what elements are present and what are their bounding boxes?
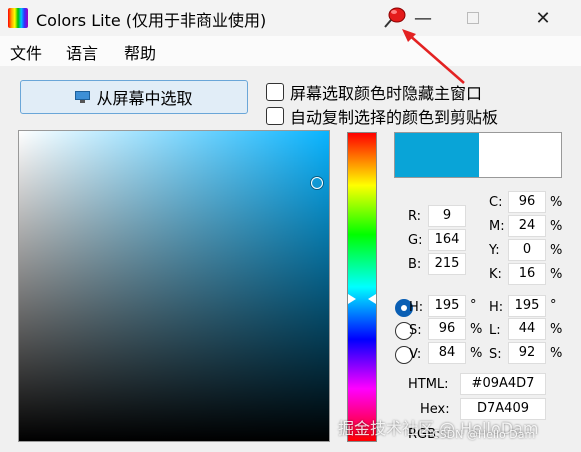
hsv-v-label: V: [409,347,422,362]
color-preview [394,132,562,178]
hsl-h-field[interactable]: 195 [508,295,546,317]
hsl-s-field[interactable]: 92 [508,342,546,364]
previous-color-swatch[interactable] [479,133,561,177]
hsl-l-field[interactable]: 44 [508,318,546,340]
hue-slider-handle-left[interactable] [348,294,356,304]
m-field[interactable]: 24 [508,215,546,237]
auto-copy-option[interactable]: 自动复制选择的颜色到剪贴板 [266,104,498,128]
hsv-v-unit: % [470,346,483,361]
hide-window-checkbox[interactable] [266,83,284,101]
picker-marker[interactable] [311,177,323,189]
y-field[interactable]: 0 [508,239,546,261]
hue-slider-handle-right[interactable] [368,294,376,304]
menu-file[interactable]: 文件 [10,40,42,64]
menu-bar: 文件 语言 帮助 [0,36,581,66]
hsv-s-unit: % [470,322,483,337]
title-bar: Colors Lite (仅用于非商业使用) — ✕ [0,0,581,36]
menu-language[interactable]: 语言 [66,40,98,64]
g-label: G: [408,233,423,248]
hsl-s-unit: % [550,346,563,361]
pick-from-screen-button[interactable]: 从屏幕中选取 [20,80,248,114]
k-label: K: [489,267,502,282]
hue-slider[interactable] [347,132,377,442]
y-label: Y: [489,243,500,258]
r-label: R: [408,209,422,224]
hsv-v-field[interactable]: 84 [428,342,466,364]
hsl-l-label: L: [489,323,501,338]
pick-button-label: 从屏幕中选取 [96,89,193,108]
watermark-csdn: CSDN @Hello Dam [432,428,536,441]
b-label: B: [408,257,422,272]
html-label: HTML: [408,377,449,392]
hsv-s-label: S: [409,323,422,338]
maximize-icon [467,12,479,24]
hsv-s-field[interactable]: 96 [428,318,466,340]
hsl-s-label: S: [489,347,502,362]
hsv-h-label: H: [409,300,424,315]
menu-help[interactable]: 帮助 [124,40,156,64]
monitor-icon [75,91,91,103]
c-unit: % [550,195,563,210]
current-color-swatch [395,133,479,177]
k-unit: % [550,267,563,282]
hsv-h-field[interactable]: 195 [428,295,466,317]
b-field[interactable]: 215 [428,253,466,275]
c-field[interactable]: 96 [508,191,546,213]
annotation-arrow-icon [402,29,465,84]
app-rainbow-icon [8,8,28,28]
g-field[interactable]: 164 [428,229,466,251]
k-field[interactable]: 16 [508,263,546,285]
r-field[interactable]: 9 [428,205,466,227]
hsl-l-unit: % [550,322,563,337]
html-code-field[interactable]: #09A4D7 [460,373,546,395]
c-label: C: [489,195,503,210]
m-label: M: [489,219,505,234]
window-title: Colors Lite (仅用于非商业使用) [36,11,267,30]
hsv-h-unit: ° [470,298,477,313]
y-unit: % [550,243,563,258]
close-button[interactable]: ✕ [520,0,566,36]
auto-copy-label: 自动复制选择的颜色到剪贴板 [290,108,499,127]
saturation-value-picker[interactable] [18,130,330,442]
m-unit: % [550,219,563,234]
hsl-h-unit: ° [550,298,557,313]
auto-copy-checkbox[interactable] [266,107,284,125]
hsl-h-label: H: [489,300,504,315]
